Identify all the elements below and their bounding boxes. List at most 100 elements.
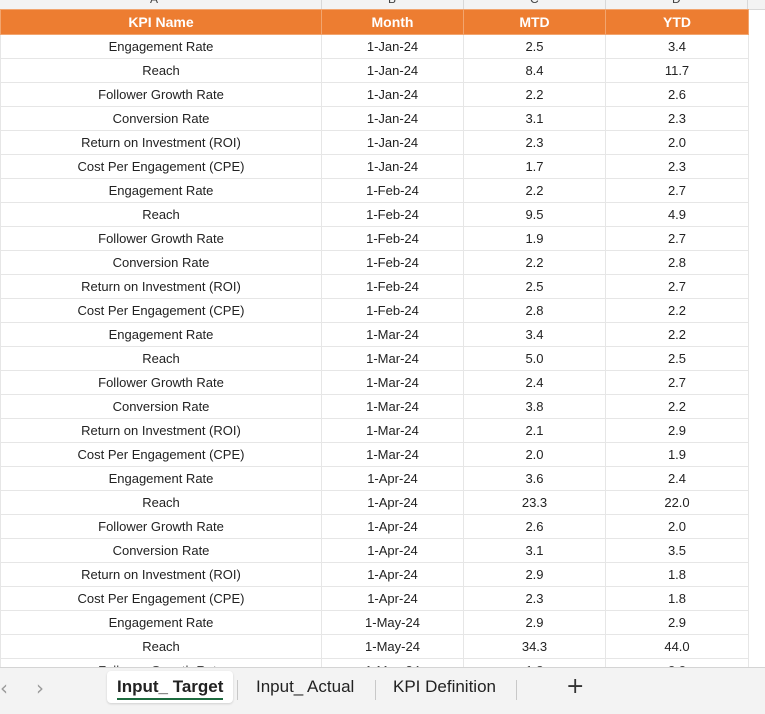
cell-ytd[interactable]: 3.4 [605, 34, 749, 59]
cell-month[interactable]: 1-Mar-24 [321, 370, 464, 395]
cell-month[interactable]: 1-May-24 [321, 610, 464, 635]
tab-input-actual[interactable]: Input_ Actual [246, 671, 364, 703]
cell-mtd[interactable]: 9.5 [463, 202, 606, 227]
cell-month[interactable]: 1-Feb-24 [321, 274, 464, 299]
column-separator[interactable] [747, 0, 748, 9]
cell-mtd[interactable]: 2.6 [463, 514, 606, 539]
cell-ytd[interactable]: 1.8 [605, 562, 749, 587]
cell-ytd[interactable]: 22.0 [605, 490, 749, 515]
cell-mtd[interactable]: 2.2 [463, 82, 606, 107]
cell-month[interactable]: 1-Jan-24 [321, 106, 464, 131]
tab-kpi-definition[interactable]: KPI Definition [383, 671, 506, 703]
cell-month[interactable]: 1-Feb-24 [321, 178, 464, 203]
cell-kpi-name[interactable]: Cost Per Engagement (CPE) [0, 442, 322, 467]
cell-mtd[interactable]: 2.3 [463, 130, 606, 155]
cell-month[interactable]: 1-Jan-24 [321, 82, 464, 107]
cell-ytd[interactable]: 2.2 [605, 298, 749, 323]
cell-ytd[interactable]: 2.6 [605, 82, 749, 107]
cell-ytd[interactable]: 2.3 [605, 154, 749, 179]
cell-ytd[interactable]: 2.7 [605, 274, 749, 299]
cell-ytd[interactable]: 2.0 [605, 130, 749, 155]
cell-mtd[interactable]: 2.0 [463, 442, 606, 467]
cell-ytd[interactable]: 1.8 [605, 586, 749, 611]
cell-month[interactable]: 1-Jan-24 [321, 34, 464, 59]
cell-ytd[interactable]: 2.2 [605, 394, 749, 419]
cell-month[interactable]: 1-Apr-24 [321, 586, 464, 611]
cell-kpi-name[interactable]: Return on Investment (ROI) [0, 562, 322, 587]
cell-ytd[interactable]: 1.9 [605, 442, 749, 467]
cell-kpi-name[interactable]: Cost Per Engagement (CPE) [0, 298, 322, 323]
cell-month[interactable]: 1-May-24 [321, 634, 464, 659]
cell-month[interactable]: 1-Mar-24 [321, 346, 464, 371]
cell-month[interactable]: 1-Jan-24 [321, 130, 464, 155]
cell-mtd[interactable]: 5.0 [463, 346, 606, 371]
cell-ytd[interactable]: 2.5 [605, 346, 749, 371]
cell-mtd[interactable]: 2.9 [463, 610, 606, 635]
cell-mtd[interactable]: 2.2 [463, 178, 606, 203]
cell-mtd[interactable]: 2.1 [463, 418, 606, 443]
cell-mtd[interactable]: 3.1 [463, 538, 606, 563]
header-month[interactable]: Month [321, 9, 464, 35]
column-letter-a[interactable]: A [150, 0, 158, 6]
cell-ytd[interactable]: 2.7 [605, 226, 749, 251]
cell-mtd[interactable]: 3.1 [463, 106, 606, 131]
cell-mtd[interactable]: 2.8 [463, 298, 606, 323]
cell-kpi-name[interactable]: Engagement Rate [0, 322, 322, 347]
plus-icon[interactable]: + [566, 674, 584, 699]
cell-ytd[interactable]: 2.4 [605, 466, 749, 491]
cell-kpi-name[interactable]: Reach [0, 202, 322, 227]
cell-mtd[interactable]: 3.4 [463, 322, 606, 347]
cell-ytd[interactable]: 3.5 [605, 538, 749, 563]
cell-mtd[interactable]: 2.3 [463, 586, 606, 611]
cell-kpi-name[interactable]: Follower Growth Rate [0, 82, 322, 107]
cell-month[interactable]: 1-Apr-24 [321, 466, 464, 491]
cell-ytd[interactable]: 2.9 [605, 610, 749, 635]
cell-kpi-name[interactable]: Reach [0, 58, 322, 83]
column-letter-c[interactable]: C [530, 0, 539, 6]
cell-kpi-name[interactable]: Return on Investment (ROI) [0, 130, 322, 155]
cell-kpi-name[interactable]: Engagement Rate [0, 34, 322, 59]
cell-kpi-name[interactable]: Follower Growth Rate [0, 514, 322, 539]
cell-mtd[interactable]: 8.4 [463, 58, 606, 83]
cell-month[interactable]: 1-Apr-24 [321, 538, 464, 563]
column-separator[interactable] [605, 0, 606, 9]
cell-mtd[interactable]: 23.3 [463, 490, 606, 515]
cell-month[interactable]: 1-Feb-24 [321, 250, 464, 275]
cell-mtd[interactable]: 1.9 [463, 226, 606, 251]
cell-mtd[interactable]: 2.5 [463, 34, 606, 59]
cell-month[interactable]: 1-Apr-24 [321, 490, 464, 515]
tab-input-target[interactable]: Input_ Target [107, 671, 234, 703]
column-letter-d[interactable]: D [672, 0, 681, 6]
chevron-left-icon[interactable]: ‹ [0, 676, 8, 700]
cell-ytd[interactable]: 2.7 [605, 178, 749, 203]
cell-mtd[interactable]: 3.8 [463, 394, 606, 419]
cell-ytd[interactable]: 4.9 [605, 202, 749, 227]
cell-kpi-name[interactable]: Conversion Rate [0, 250, 322, 275]
column-separator[interactable] [463, 0, 464, 9]
cell-kpi-name[interactable]: Engagement Rate [0, 178, 322, 203]
cell-month[interactable]: 1-Mar-24 [321, 394, 464, 419]
cell-kpi-name[interactable]: Return on Investment (ROI) [0, 418, 322, 443]
cell-kpi-name[interactable]: Follower Growth Rate [0, 370, 322, 395]
cell-ytd[interactable]: 2.7 [605, 370, 749, 395]
cell-ytd[interactable]: 2.9 [605, 418, 749, 443]
chevron-right-icon[interactable]: › [36, 676, 44, 700]
cell-ytd[interactable]: 2.8 [605, 250, 749, 275]
header-kpi-name[interactable]: KPI Name [0, 9, 322, 35]
cell-mtd[interactable]: 2.2 [463, 250, 606, 275]
column-letter-b[interactable]: B [388, 0, 396, 6]
cell-month[interactable]: 1-Apr-24 [321, 562, 464, 587]
cell-kpi-name[interactable]: Follower Growth Rate [0, 226, 322, 251]
header-ytd[interactable]: YTD [605, 9, 749, 35]
cell-month[interactable]: 1-Jan-24 [321, 58, 464, 83]
cell-mtd[interactable]: 2.4 [463, 370, 606, 395]
cell-month[interactable]: 1-Feb-24 [321, 298, 464, 323]
cell-month[interactable]: 1-Feb-24 [321, 226, 464, 251]
cell-month[interactable]: 1-Jan-24 [321, 154, 464, 179]
cell-mtd[interactable]: 3.6 [463, 466, 606, 491]
cell-month[interactable]: 1-Apr-24 [321, 514, 464, 539]
cell-ytd[interactable]: 11.7 [605, 58, 749, 83]
cell-mtd[interactable]: 2.5 [463, 274, 606, 299]
column-separator[interactable] [321, 0, 322, 9]
cell-kpi-name[interactable]: Reach [0, 634, 322, 659]
